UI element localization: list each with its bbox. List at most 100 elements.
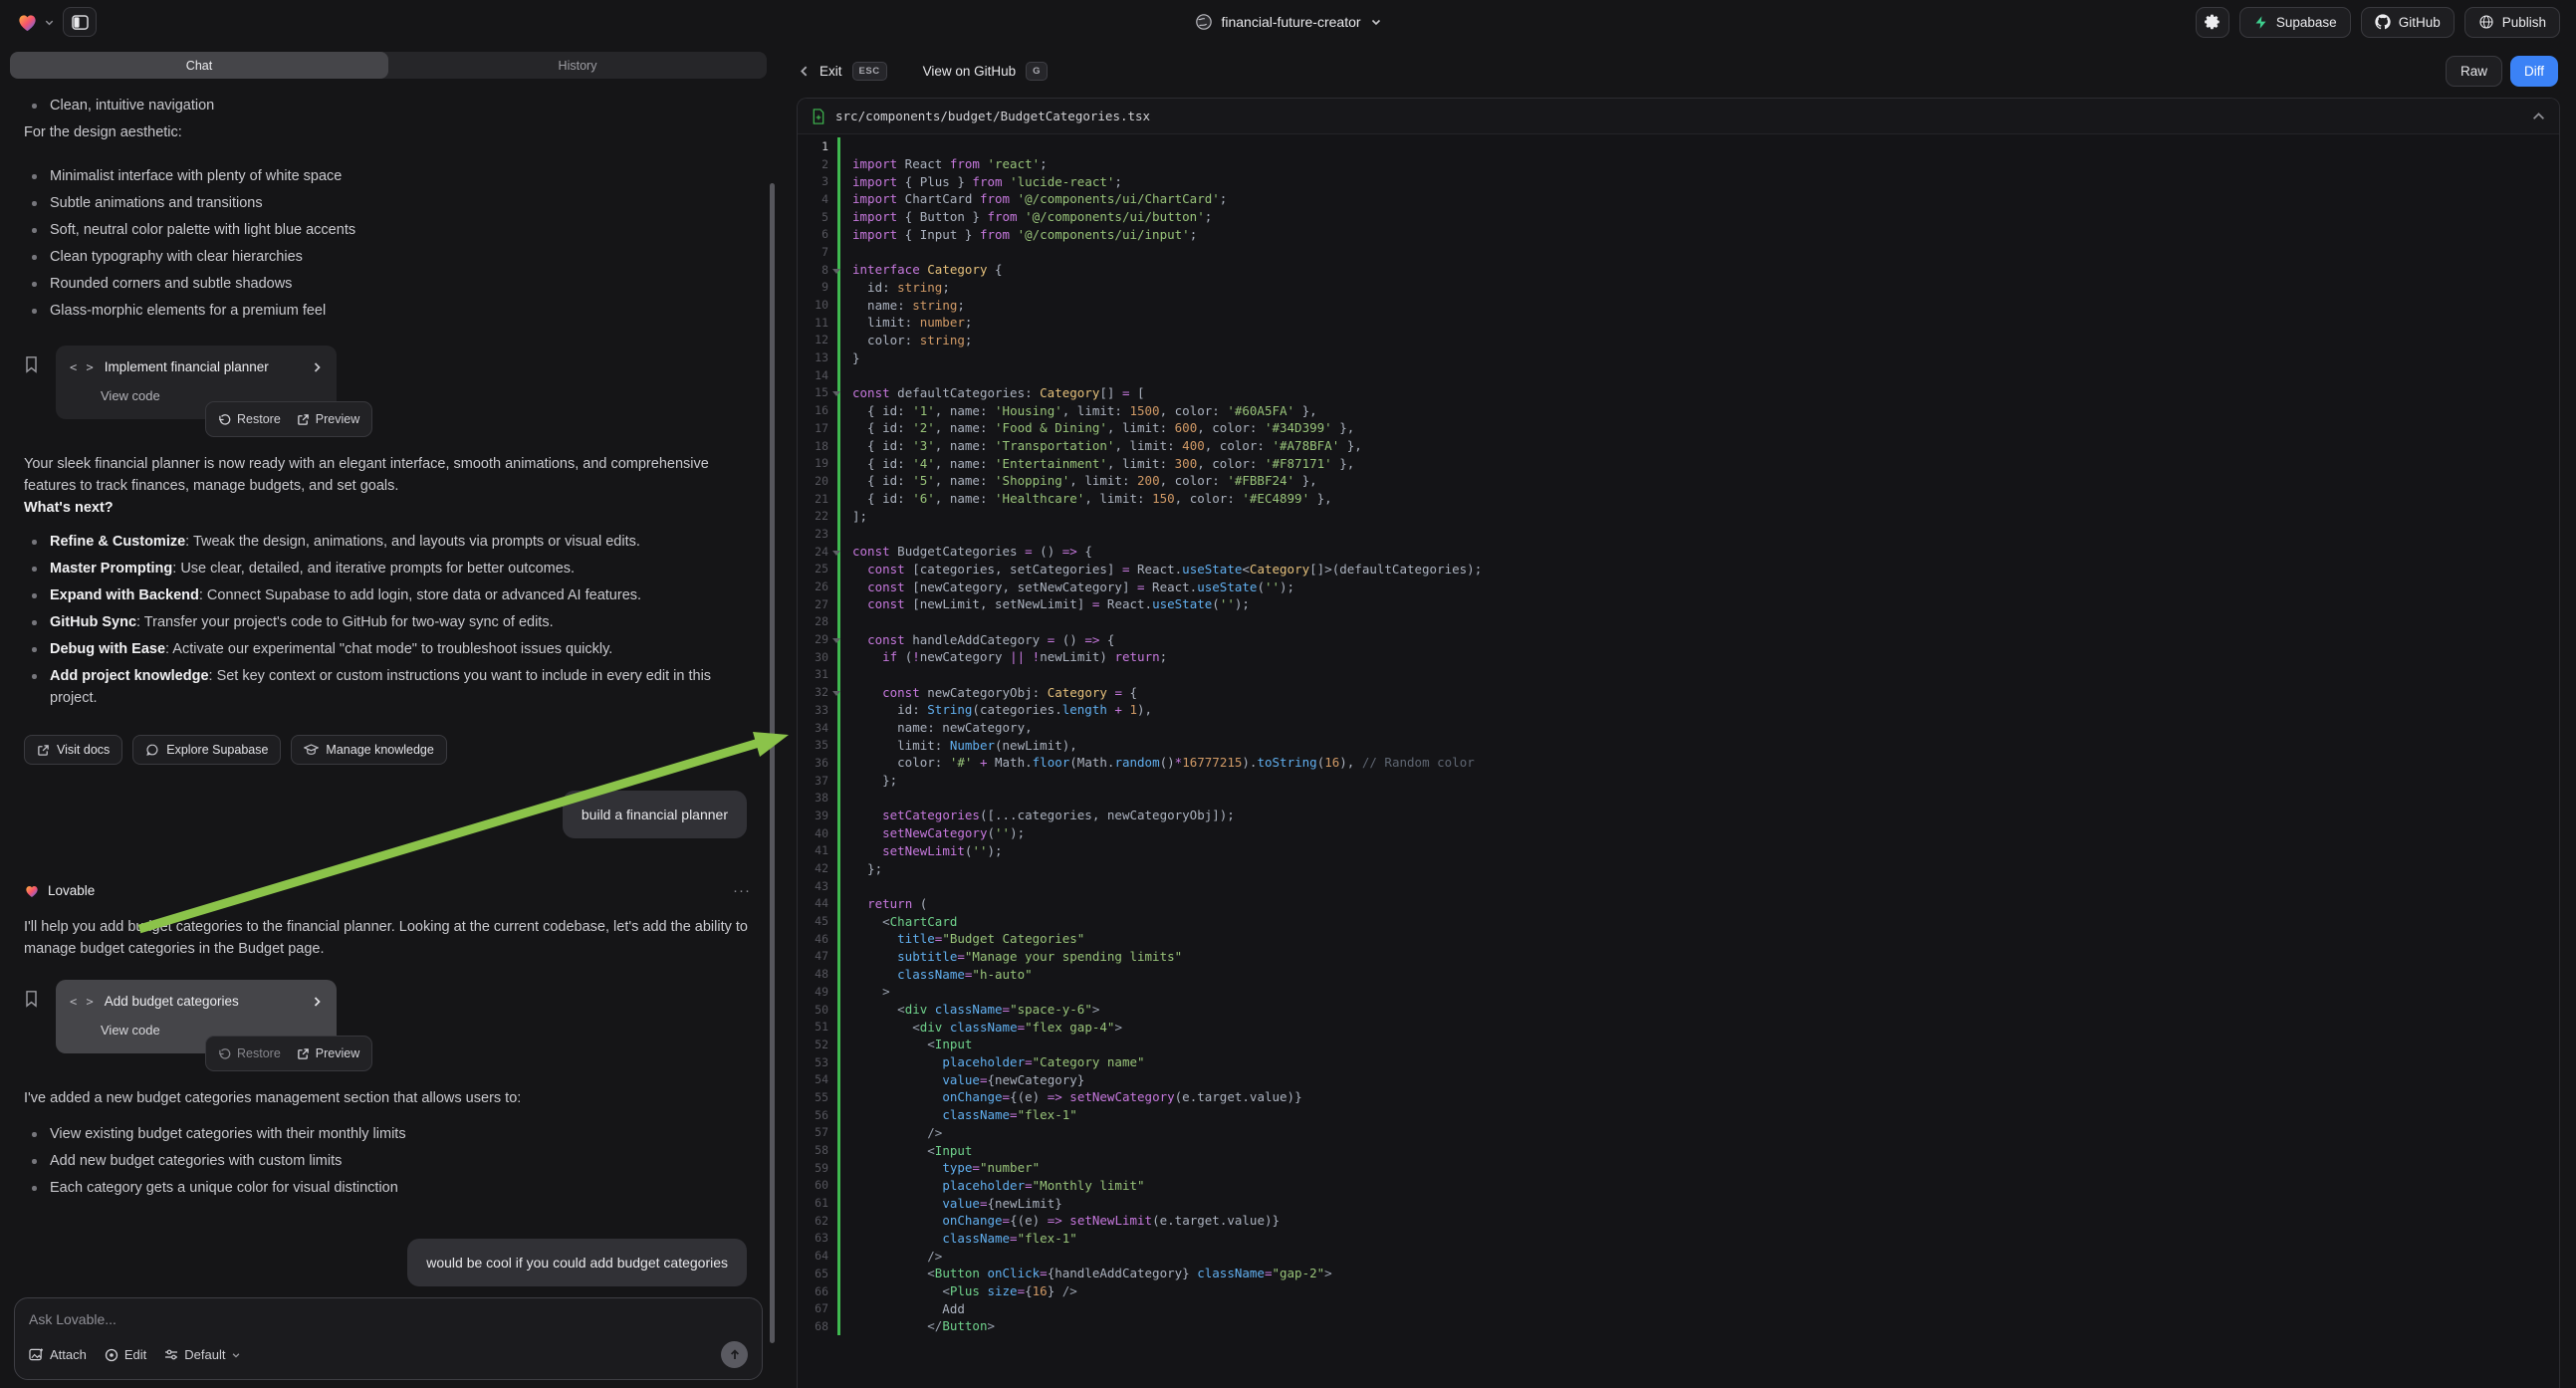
line-number: 56 — [798, 1108, 837, 1122]
code-line: 61 value={newLimit} — [798, 1194, 2559, 1212]
diff-added-gutter — [837, 613, 840, 631]
code-text: setCategories([...categories, newCategor… — [840, 808, 1235, 822]
line-number: 34 — [798, 721, 837, 735]
code-text: placeholder="Monthly limit" — [840, 1178, 1145, 1193]
line-number: 41 — [798, 843, 837, 857]
send-button[interactable] — [721, 1341, 748, 1368]
list-item: Rounded corners and subtle shadows — [24, 273, 751, 295]
settings-button[interactable] — [2196, 7, 2229, 38]
line-number: 43 — [798, 879, 837, 893]
manage-knowledge-button[interactable]: Manage knowledge — [291, 735, 446, 765]
github-button[interactable]: GitHub — [2361, 7, 2455, 38]
external-link-icon — [37, 744, 50, 757]
line-number: 18 — [798, 439, 837, 453]
code-line: 12 color: string; — [798, 332, 2559, 349]
view-on-github-button[interactable]: View on GitHub G — [923, 62, 1048, 81]
list-item: Clean typography with clear hierarchies — [24, 246, 751, 268]
sliders-icon — [164, 1348, 178, 1361]
tab-chat[interactable]: Chat — [10, 52, 388, 79]
code-text: subtitle="Manage your spending limits" — [840, 949, 1182, 964]
code-line: 30 if (!newCategory || !newLimit) return… — [798, 648, 2559, 666]
restore-button[interactable]: Restore — [218, 408, 281, 430]
code-line: 34 name: newCategory, — [798, 719, 2559, 737]
code-editor[interactable]: 12import React from 'react';3import { Pl… — [798, 134, 2559, 1388]
supabase-button[interactable]: Supabase — [2239, 7, 2351, 38]
edit-mode-button[interactable]: Edit — [105, 1347, 146, 1362]
code-text: <Plus size={16} /> — [840, 1283, 1077, 1298]
code-line: 55 onChange={(e) => setNewCategory(e.tar… — [798, 1088, 2559, 1106]
sidebar-toggle-button[interactable] — [63, 7, 97, 37]
restore-button[interactable]: Restore — [218, 1042, 281, 1064]
collapse-file-button[interactable] — [2532, 112, 2545, 120]
diff-added-gutter — [837, 525, 840, 543]
chat-scrollbar[interactable] — [770, 183, 775, 1343]
code-text: { id: '4', name: 'Entertainment', limit:… — [840, 456, 1354, 471]
line-number: 49 — [798, 985, 837, 999]
list-item: Subtle animations and transitions — [24, 192, 751, 214]
code-text: const [newLimit, setNewLimit] = React.us… — [840, 596, 1250, 611]
preview-button[interactable]: Preview — [297, 1042, 359, 1064]
chevron-left-icon — [799, 65, 810, 78]
gear-icon — [2204, 13, 2222, 31]
line-number: 46 — [798, 932, 837, 946]
file-header[interactable]: src/components/budget/BudgetCategories.t… — [798, 99, 2559, 134]
list-item: Soft, neutral color palette with light b… — [24, 219, 751, 241]
diff-toggle-button[interactable]: Diff — [2510, 56, 2558, 87]
code-line: 38 — [798, 789, 2559, 807]
code-text: > — [840, 984, 890, 999]
code-text: value={newCategory} — [840, 1072, 1084, 1087]
next-step-item: Debug with Ease: Activate our experiment… — [24, 638, 751, 660]
raw-toggle-button[interactable]: Raw — [2446, 56, 2502, 87]
code-text: <Input — [840, 1143, 972, 1158]
line-number: 61 — [798, 1196, 837, 1210]
github-icon — [2375, 14, 2391, 30]
user-message: would be cool if you could add budget ca… — [407, 1239, 747, 1286]
code-line: 14 — [798, 366, 2559, 384]
code-text: import React from 'react'; — [840, 156, 1048, 171]
code-text: limit: Number(newLimit), — [840, 738, 1077, 753]
line-number: 31 — [798, 667, 837, 681]
code-line: 31 — [798, 666, 2559, 684]
project-switcher[interactable]: financial-future-creator — [1194, 13, 1381, 31]
code-line: 45 <ChartCard — [798, 912, 2559, 930]
chevron-down-icon — [1370, 16, 1382, 28]
model-default-dropdown[interactable]: Default — [164, 1347, 241, 1362]
next-step-item: Expand with Backend: Connect Supabase to… — [24, 584, 751, 606]
fold-caret-icon[interactable] — [832, 269, 840, 274]
code-line: 65 <Button onClick={handleAddCategory} c… — [798, 1265, 2559, 1282]
line-number: 28 — [798, 614, 837, 628]
fold-caret-icon[interactable] — [832, 638, 840, 643]
code-line: 47 subtitle="Manage your spending limits… — [798, 948, 2559, 966]
code-text: limit: number; — [840, 315, 972, 330]
code-line: 9 id: string; — [798, 279, 2559, 297]
next-step-item: Add project knowledge: Set key context o… — [24, 665, 751, 709]
exit-button[interactable]: Exit ESC — [799, 62, 887, 81]
code-text: import { Plus } from 'lucide-react'; — [840, 174, 1122, 189]
publish-button[interactable]: Publish — [2464, 7, 2560, 38]
fold-caret-icon[interactable] — [832, 691, 840, 696]
attach-button[interactable]: Attach — [29, 1347, 87, 1362]
publish-globe-icon — [2478, 14, 2494, 30]
explore-supabase-button[interactable]: Explore Supabase — [132, 735, 281, 765]
message-menu-button[interactable]: ··· — [733, 880, 751, 902]
tab-history[interactable]: History — [388, 52, 767, 79]
fold-caret-icon[interactable] — [832, 551, 840, 556]
line-number: 53 — [798, 1055, 837, 1069]
code-text: className="flex-1" — [840, 1107, 1077, 1122]
code-line: 15const defaultCategories: Category[] = … — [798, 384, 2559, 402]
chat-input[interactable]: Ask Lovable... — [29, 1311, 748, 1341]
code-text: type="number" — [840, 1160, 1040, 1175]
code-line: 19 { id: '4', name: 'Entertainment', lim… — [798, 454, 2559, 472]
chat-panel: Chat History Clean, intuitive navigation… — [0, 44, 777, 1388]
fold-caret-icon[interactable] — [832, 391, 840, 396]
code-text: onChange={(e) => setNewCategory(e.target… — [840, 1089, 1302, 1104]
preview-button[interactable]: Preview — [297, 408, 359, 430]
line-number: 57 — [798, 1125, 837, 1139]
line-number: 12 — [798, 333, 837, 347]
code-line: 21 { id: '6', name: 'Healthcare', limit:… — [798, 490, 2559, 508]
lovable-logo[interactable] — [16, 11, 55, 34]
chat-input-box[interactable]: Ask Lovable... Attach Edit — [14, 1297, 763, 1380]
visit-docs-button[interactable]: Visit docs — [24, 735, 122, 765]
code-text: <div className="space-y-6"> — [840, 1002, 1099, 1017]
code-line: 23 — [798, 525, 2559, 543]
